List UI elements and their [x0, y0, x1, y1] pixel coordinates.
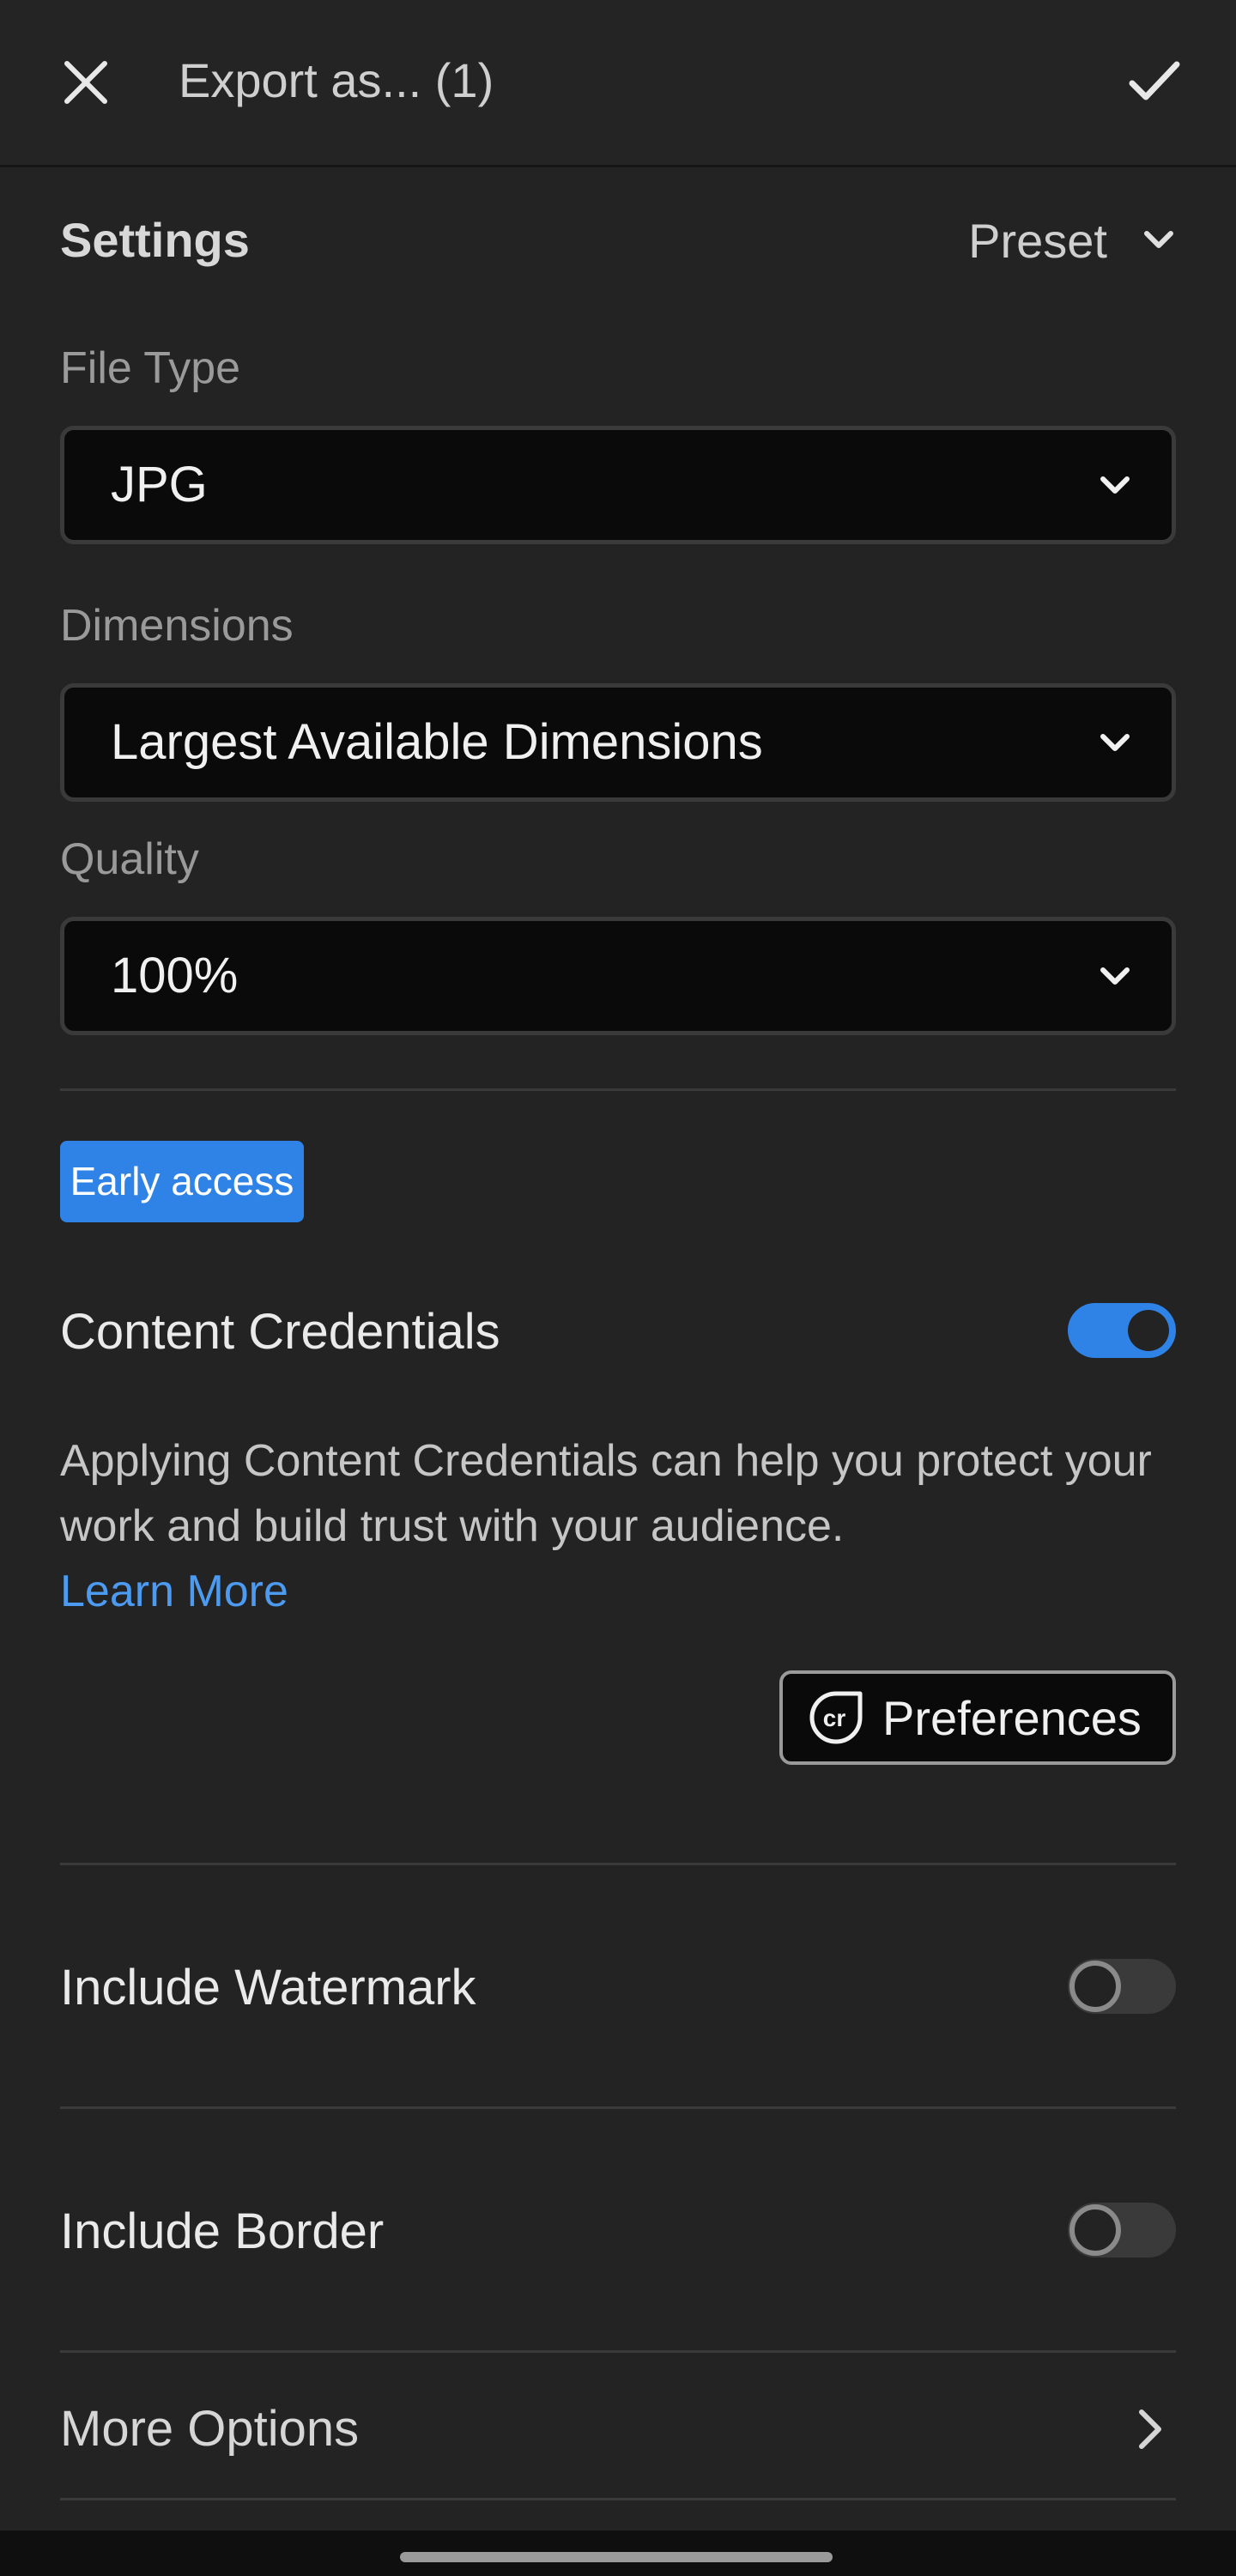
chevron-down-icon — [1100, 967, 1130, 985]
top-bar: Export as... (1) — [0, 0, 1236, 167]
file-type-select[interactable]: JPG — [60, 426, 1176, 544]
divider — [60, 1088, 1176, 1091]
page-title: Export as... (1) — [179, 53, 494, 107]
description-text: Applying Content Credentials can help yo… — [60, 1436, 1152, 1551]
close-button[interactable] — [52, 48, 120, 117]
dimensions-select[interactable]: Largest Available Dimensions — [60, 683, 1176, 802]
divider — [60, 1863, 1176, 1865]
cr-icon-text: cr — [823, 1705, 846, 1731]
include-border-toggle[interactable] — [1068, 2203, 1176, 2258]
toggle-knob — [1128, 1310, 1169, 1351]
quality-value: 100% — [111, 948, 239, 1003]
preferences-button[interactable]: cr Preferences — [779, 1670, 1176, 1765]
chevron-down-icon — [1144, 231, 1173, 248]
settings-heading: Settings — [60, 213, 250, 267]
chevron-right-icon[interactable] — [1124, 2403, 1176, 2455]
chevron-down-icon — [1100, 476, 1130, 494]
toggle-knob — [1069, 1961, 1121, 2012]
content-credentials-label: Content Credentials — [60, 1304, 500, 1360]
file-type-label: File Type — [60, 343, 241, 393]
more-options-row[interactable]: More Options — [60, 2395, 359, 2464]
home-indicator[interactable] — [400, 2552, 833, 2562]
preset-label: Preset — [968, 213, 1107, 268]
preferences-label: Preferences — [882, 1690, 1142, 1745]
quality-select[interactable]: 100% — [60, 917, 1176, 1035]
include-watermark-toggle[interactable] — [1068, 1959, 1176, 2014]
content-credentials-description: Applying Content Credentials can help yo… — [60, 1428, 1176, 1624]
early-access-badge: Early access — [60, 1141, 304, 1222]
quality-label: Quality — [60, 834, 199, 884]
preset-dropdown[interactable]: Preset — [968, 206, 1176, 275]
dimensions-label: Dimensions — [60, 601, 294, 651]
toggle-knob — [1069, 2204, 1121, 2256]
file-type-value: JPG — [111, 457, 208, 512]
divider — [60, 2106, 1176, 2109]
include-border-label: Include Border — [60, 2203, 385, 2259]
content-credentials-toggle[interactable] — [1068, 1303, 1176, 1358]
checkmark-icon — [1129, 61, 1180, 100]
divider — [60, 2350, 1176, 2353]
chevron-down-icon — [1100, 734, 1130, 751]
close-icon — [64, 61, 107, 104]
include-watermark-label: Include Watermark — [60, 1960, 476, 2015]
learn-more-link[interactable]: Learn More — [60, 1559, 1176, 1624]
confirm-export-button[interactable] — [1116, 45, 1193, 118]
divider — [60, 2498, 1176, 2500]
dimensions-value: Largest Available Dimensions — [111, 714, 763, 770]
content-credentials-icon: cr — [809, 1691, 863, 1744]
